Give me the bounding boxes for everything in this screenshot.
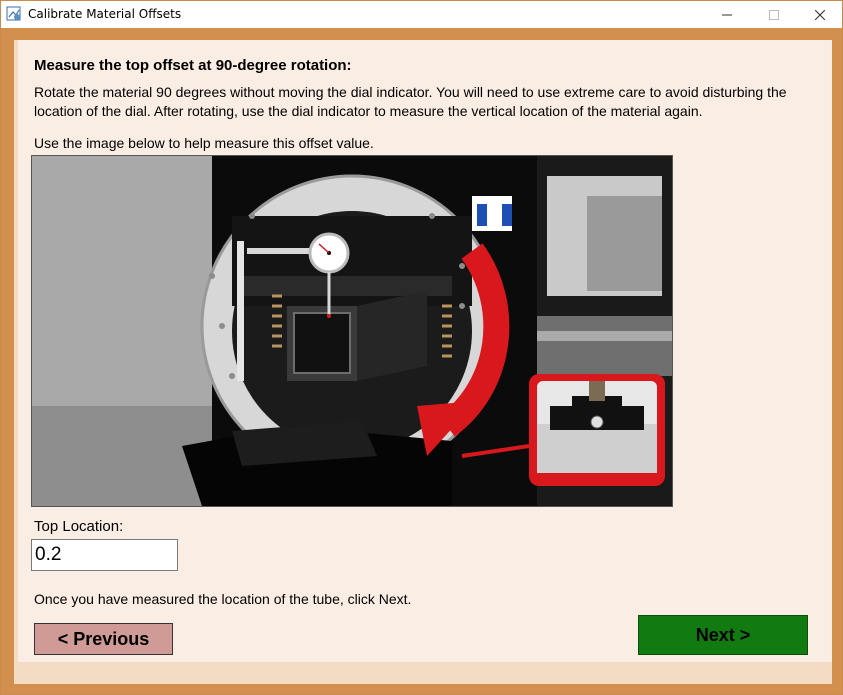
machine-illustration	[31, 155, 673, 507]
previous-button[interactable]: < Previous	[34, 623, 173, 655]
step-heading: Measure the top offset at 90-degree rota…	[34, 57, 352, 74]
maximize-icon[interactable]	[751, 1, 796, 28]
close-icon[interactable]	[797, 1, 842, 28]
next-instruction: Once you have measured the location of t…	[34, 591, 412, 607]
next-button[interactable]: Next >	[638, 615, 808, 655]
minimize-icon[interactable]	[704, 1, 749, 28]
image-hint: Use the image below to help measure this…	[34, 135, 374, 151]
instructions-text: Rotate the material 90 degrees without m…	[34, 84, 787, 119]
top-location-label: Top Location:	[34, 518, 124, 535]
title-bar[interactable]: Calibrate Material Offsets	[1, 1, 842, 28]
window-title: Calibrate Material Offsets	[28, 7, 182, 21]
calibration-app-icon	[6, 6, 22, 22]
top-location-input[interactable]	[31, 539, 178, 571]
